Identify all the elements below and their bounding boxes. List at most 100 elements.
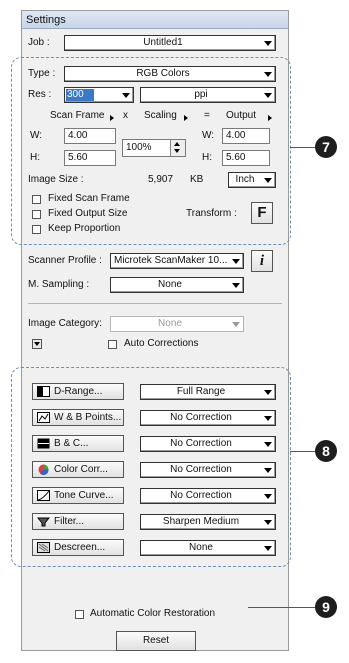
scaling-label: Scaling (144, 110, 177, 121)
descreen-icon (37, 542, 50, 553)
output-height-input[interactable]: 5.60 (222, 150, 270, 166)
fixed-scan-frame-label: Fixed Scan Frame (48, 193, 130, 204)
auto-color-restoration-checkbox[interactable] (75, 610, 84, 619)
output-width-input[interactable]: 4.00 (222, 128, 270, 144)
scanner-profile-select[interactable]: Microtek ScanMaker 10... (110, 253, 244, 269)
tool-button-2[interactable]: W & B Points... (32, 409, 124, 426)
output-label: Output (226, 110, 257, 121)
chevron-down-icon (122, 93, 130, 98)
tool-select-7[interactable]: None (140, 540, 276, 556)
chevron-down-icon (264, 178, 272, 183)
arrow-right-icon (110, 115, 114, 121)
tool-select-4[interactable]: No Correction (140, 462, 276, 478)
res-label: Res : (28, 89, 52, 100)
res-unit-value: ppi (194, 89, 208, 100)
chevron-down-icon (264, 546, 272, 551)
scanner-profile-value: Microtek ScanMaker 10... (114, 255, 228, 266)
fixed-scan-frame-checkbox[interactable] (32, 195, 41, 204)
auto-color-restoration-label: Automatic Color Restoration (90, 608, 216, 619)
tool-button-label: Color Corr... (54, 464, 108, 475)
chevron-down-icon (264, 468, 272, 473)
color-correction-icon (37, 464, 50, 475)
tone-curve-icon (37, 490, 50, 501)
auto-corrections-checkbox[interactable] (108, 340, 117, 349)
tool-select-3[interactable]: No Correction (140, 436, 276, 452)
type-select[interactable]: RGB Colors (64, 66, 276, 82)
scan-width-input[interactable]: 4.00 (64, 128, 116, 144)
scan-height-input[interactable]: 5.60 (64, 150, 116, 166)
job-value: Untitled1 (143, 37, 183, 48)
display-unit-value: Inch (235, 174, 255, 185)
tool-button-1[interactable]: D-Range... (32, 383, 124, 400)
tool-button-3[interactable]: B & C... (32, 435, 124, 452)
brightness-contrast-icon (37, 438, 50, 449)
fixed-output-size-label: Fixed Output Size (48, 208, 128, 219)
callout-badge-9: 9 (315, 596, 337, 618)
tool-select-5[interactable]: No Correction (140, 488, 276, 504)
res-unit-select[interactable]: ppi (140, 87, 276, 103)
info-icon[interactable]: i (251, 250, 273, 272)
fixed-output-size-checkbox[interactable] (32, 210, 41, 219)
tool-select-value: None (189, 542, 213, 553)
output-height-label: H: (202, 152, 212, 163)
scaling-value: 100% (126, 142, 152, 153)
sampling-value: None (158, 279, 182, 290)
tool-button-label: Tone Curve... (54, 490, 114, 501)
scanner-profile-label: Scanner Profile : (28, 255, 102, 266)
settings-panel: Settings Job : Untitled1 Type : RGB Colo… (11, 10, 291, 651)
tool-select-value: No Correction (170, 412, 232, 423)
down-arrow-icon (174, 149, 180, 153)
chevron-down-icon (264, 72, 272, 77)
tool-button-7[interactable]: Descreen... (32, 539, 124, 556)
auto-corrections-label: Auto Corrections (124, 338, 199, 349)
sampling-select[interactable]: None (110, 277, 244, 293)
tool-select-value: No Correction (170, 464, 232, 475)
tool-button-label: Descreen... (54, 542, 106, 553)
tool-select-value: No Correction (170, 438, 232, 449)
chevron-down-icon (264, 41, 272, 46)
chevron-down-icon (232, 283, 240, 288)
type-label: Type : (28, 68, 56, 79)
reset-button[interactable]: Reset (116, 631, 196, 651)
scaling-stepper[interactable]: 100% (122, 139, 186, 157)
image-size-value: 5,907 (148, 174, 174, 185)
keep-proportion-checkbox[interactable] (32, 225, 41, 234)
tool-select-value: Sharpen Medium (162, 516, 240, 527)
transform-icon[interactable]: F (251, 202, 273, 224)
keep-proportion-label: Keep Proportion (48, 223, 121, 234)
tool-button-4[interactable]: Color Corr... (32, 461, 124, 478)
type-value: RGB Colors (136, 68, 190, 79)
job-select[interactable]: Untitled1 (64, 35, 276, 51)
res-select[interactable]: 300 (64, 87, 134, 103)
collapse-toggle-icon[interactable] (32, 339, 42, 349)
chevron-down-icon (232, 322, 240, 327)
callout-line-7 (290, 147, 316, 148)
transform-label: Transform : (186, 208, 237, 219)
arrow-right-icon (184, 115, 188, 121)
tool-select-2[interactable]: No Correction (140, 410, 276, 426)
job-label: Job : (28, 37, 50, 48)
res-value[interactable]: 300 (66, 89, 94, 101)
scan-frame-label: Scan Frame (50, 110, 105, 121)
tool-button-label: B & C... (54, 438, 89, 449)
d-range-icon (37, 386, 50, 397)
chevron-down-icon (34, 342, 40, 346)
chevron-down-icon (264, 390, 272, 395)
sampling-label: M. Sampling : (28, 279, 90, 290)
tool-select-1[interactable]: Full Range (140, 384, 276, 400)
multiply-label: x (123, 110, 128, 121)
tool-button-5[interactable]: Tone Curve... (32, 487, 124, 504)
tool-button-6[interactable]: Filter... (32, 513, 124, 530)
spinner-icon[interactable] (170, 140, 185, 156)
chevron-down-icon (264, 494, 272, 499)
tool-button-label: W & B Points... (54, 412, 122, 423)
up-arrow-icon (174, 142, 180, 146)
equals-label: = (204, 110, 210, 121)
tool-select-value: No Correction (170, 490, 232, 501)
scan-height-label: H: (30, 152, 40, 163)
display-unit-select[interactable]: Inch (228, 172, 276, 188)
image-size-unit: KB (190, 174, 204, 185)
image-category-select[interactable]: None (110, 316, 244, 332)
divider (28, 303, 282, 304)
tool-select-6[interactable]: Sharpen Medium (140, 514, 276, 530)
